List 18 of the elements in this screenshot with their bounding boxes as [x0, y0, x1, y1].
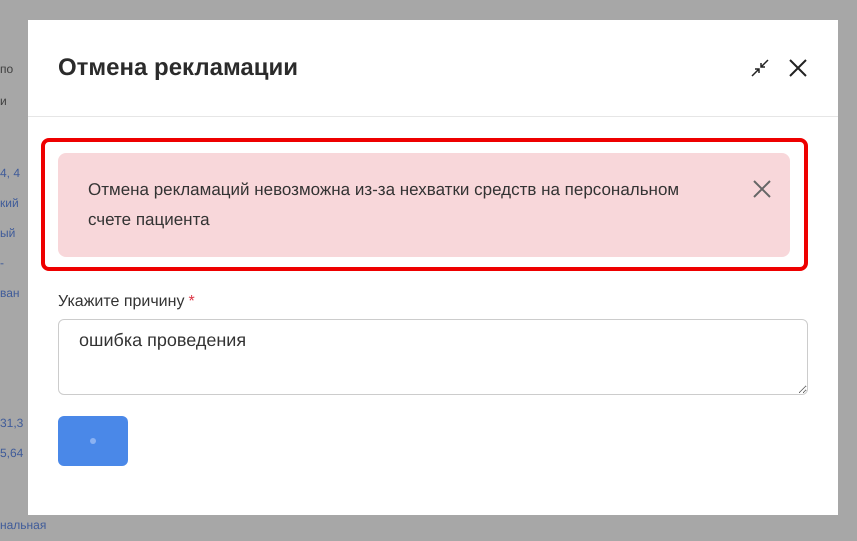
background-text: и — [0, 94, 7, 108]
background-text: 31,3 — [0, 416, 24, 430]
background-text: по — [0, 62, 14, 76]
background-text: 4, 4 — [0, 166, 20, 180]
background-text: 5,64 — [0, 446, 24, 460]
background-text: ый — [0, 226, 16, 240]
reason-field[interactable]: ошибка проведения — [58, 319, 808, 395]
background-text: нальная — [0, 518, 46, 532]
required-marker: * — [188, 293, 195, 310]
collapse-icon — [750, 58, 770, 78]
close-icon — [788, 58, 808, 78]
background-text: - — [0, 256, 4, 270]
background-text: кий — [0, 196, 19, 210]
field-label: Укажите причину — [58, 293, 184, 310]
dialog-title: Отмена рекламации — [58, 54, 299, 82]
close-icon — [752, 179, 772, 199]
background-text: ван — [0, 286, 20, 300]
alert-message: Отмена рекламаций невозможна из-за нехватки средств на персональном счете пациента — [88, 179, 680, 231]
